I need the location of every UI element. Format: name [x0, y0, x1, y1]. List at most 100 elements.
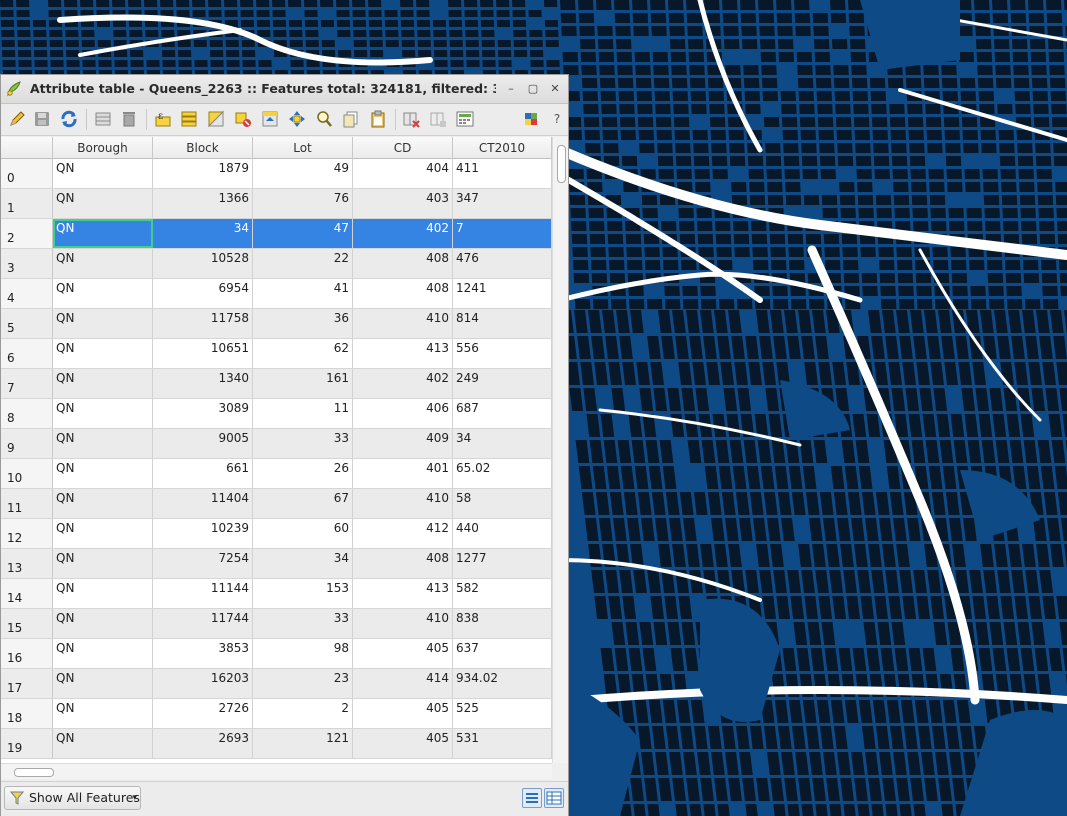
table-cell-borough[interactable]: QN — [53, 429, 153, 458]
table-cell-ct[interactable]: 525 — [453, 699, 552, 728]
select-by-expression-icon[interactable]: ε — [153, 109, 173, 129]
help-icon[interactable]: ? — [547, 109, 567, 129]
invert-selection-icon[interactable] — [206, 109, 226, 129]
table-cell-borough[interactable]: QN — [53, 639, 153, 668]
copy-rows-icon[interactable] — [341, 109, 361, 129]
table-cell-borough[interactable]: QN — [53, 339, 153, 368]
table-cell-ct[interactable]: 58 — [453, 489, 552, 518]
table-row[interactable]: 13 QN 7254 34 408 1277 — [1, 549, 552, 579]
table-cell-ct[interactable]: 65.02 — [453, 459, 552, 488]
table-row[interactable]: 16 QN 3853 98 405 637 — [1, 639, 552, 669]
table-row[interactable]: 11 QN 11404 67 410 58 — [1, 489, 552, 519]
vertical-scrollbar[interactable] — [552, 137, 568, 763]
table-cell-borough[interactable]: QN — [53, 309, 153, 338]
table-cell-ct[interactable]: 556 — [453, 339, 552, 368]
table-row[interactable]: 15 QN 11744 33 410 838 — [1, 609, 552, 639]
table-cell-ct[interactable]: 531 — [453, 729, 552, 758]
row-number[interactable]: 12 — [1, 519, 53, 548]
table-cell-cd[interactable]: 412 — [353, 519, 453, 548]
table-cell-lot[interactable]: 33 — [253, 429, 353, 458]
table-cell-borough[interactable]: QN — [53, 189, 153, 218]
table-cell-lot[interactable]: 60 — [253, 519, 353, 548]
table-cell-cd[interactable]: 405 — [353, 729, 453, 758]
window-titlebar[interactable]: Attribute table - Queens_2263 :: Feature… — [1, 75, 568, 104]
conditional-formatting-icon[interactable] — [521, 109, 541, 129]
table-row[interactable]: 1 QN 1366 76 403 347 — [1, 189, 552, 219]
close-button[interactable]: ✕ — [548, 82, 562, 96]
table-cell-block[interactable]: 2693 — [153, 729, 253, 758]
row-number[interactable]: 2 — [1, 219, 53, 248]
table-cell-borough[interactable]: QN — [53, 669, 153, 698]
column-header-block[interactable]: Block — [153, 137, 253, 159]
table-cell-ct[interactable]: 411 — [453, 159, 552, 188]
zoom-to-selected-icon[interactable] — [314, 109, 334, 129]
field-calculator-icon[interactable] — [455, 109, 475, 129]
table-cell-lot[interactable]: 23 — [253, 669, 353, 698]
table-cell-lot[interactable]: 161 — [253, 369, 353, 398]
column-header-lot[interactable]: Lot — [253, 137, 353, 159]
table-cell-ct[interactable]: 1277 — [453, 549, 552, 578]
pencil-icon[interactable] — [7, 109, 27, 129]
table-row[interactable]: 10 QN 661 26 401 65.02 — [1, 459, 552, 489]
table-cell-block[interactable]: 1340 — [153, 369, 253, 398]
table-cell-lot[interactable]: 26 — [253, 459, 353, 488]
table-cell-lot[interactable]: 36 — [253, 309, 353, 338]
table-cell-lot[interactable]: 34 — [253, 549, 353, 578]
table-row[interactable]: 5 QN 11758 36 410 814 — [1, 309, 552, 339]
table-cell-cd[interactable]: 401 — [353, 459, 453, 488]
table-cell-borough[interactable]: QN — [53, 159, 153, 188]
table-row[interactable]: 12 QN 10239 60 412 440 — [1, 519, 552, 549]
table-cell-block[interactable]: 11744 — [153, 609, 253, 638]
table-row[interactable]: 2 QN 34 47 402 7 — [1, 219, 552, 249]
table-cell-lot[interactable]: 22 — [253, 249, 353, 278]
table-cell-cd[interactable]: 408 — [353, 549, 453, 578]
table-cell-ct[interactable]: 34 — [453, 429, 552, 458]
table-row[interactable]: 9 QN 9005 33 409 34 — [1, 429, 552, 459]
table-cell-cd[interactable]: 410 — [353, 609, 453, 638]
row-number[interactable]: 10 — [1, 459, 53, 488]
table-cell-lot[interactable]: 11 — [253, 399, 353, 428]
table-cell-borough[interactable]: QN — [53, 729, 153, 758]
table-cell-ct[interactable]: 934.02 — [453, 669, 552, 698]
table-cell-borough[interactable]: QN — [53, 609, 153, 638]
vertical-scroll-thumb[interactable] — [557, 145, 566, 183]
table-cell-ct[interactable]: 347 — [453, 189, 552, 218]
row-number[interactable]: 14 — [1, 579, 53, 608]
table-cell-lot[interactable]: 76 — [253, 189, 353, 218]
table-cell-ct[interactable]: 7 — [453, 219, 552, 248]
table-cell-cd[interactable]: 413 — [353, 339, 453, 368]
column-header-ct2010[interactable]: CT2010 — [453, 137, 552, 159]
row-number[interactable]: 11 — [1, 489, 53, 518]
table-cell-ct[interactable]: 814 — [453, 309, 552, 338]
table-cell-block[interactable]: 34 — [153, 219, 253, 248]
table-cell-cd[interactable]: 409 — [353, 429, 453, 458]
maximize-button[interactable]: ▢ — [526, 82, 540, 96]
table-cell-ct[interactable]: 582 — [453, 579, 552, 608]
row-number[interactable]: 5 — [1, 309, 53, 338]
table-cell-borough[interactable]: QN — [53, 549, 153, 578]
table-cell-borough[interactable]: QN — [53, 699, 153, 728]
table-cell-block[interactable]: 11144 — [153, 579, 253, 608]
delete-feature-icon[interactable] — [119, 109, 139, 129]
row-number[interactable]: 8 — [1, 399, 53, 428]
table-cell-block[interactable]: 3853 — [153, 639, 253, 668]
horizontal-scrollbar[interactable] — [1, 763, 552, 779]
delete-field-icon[interactable] — [428, 109, 448, 129]
move-selection-to-top-icon[interactable] — [260, 109, 280, 129]
table-cell-borough[interactable]: QN — [53, 399, 153, 428]
table-cell-block[interactable]: 10528 — [153, 249, 253, 278]
table-row[interactable]: 8 QN 3089 11 406 687 — [1, 399, 552, 429]
row-number[interactable]: 13 — [1, 549, 53, 578]
table-cell-borough[interactable]: QN — [53, 459, 153, 488]
table-cell-block[interactable]: 10651 — [153, 339, 253, 368]
minimize-button[interactable]: – — [504, 82, 518, 96]
table-cell-cd[interactable]: 403 — [353, 189, 453, 218]
table-row[interactable]: 18 QN 2726 2 405 525 — [1, 699, 552, 729]
table-cell-lot[interactable]: 41 — [253, 279, 353, 308]
row-number[interactable]: 4 — [1, 279, 53, 308]
table-cell-borough[interactable]: QN — [53, 219, 153, 248]
table-cell-cd[interactable]: 410 — [353, 489, 453, 518]
deselect-all-icon[interactable] — [233, 109, 253, 129]
table-cell-block[interactable]: 6954 — [153, 279, 253, 308]
table-cell-cd[interactable]: 408 — [353, 249, 453, 278]
